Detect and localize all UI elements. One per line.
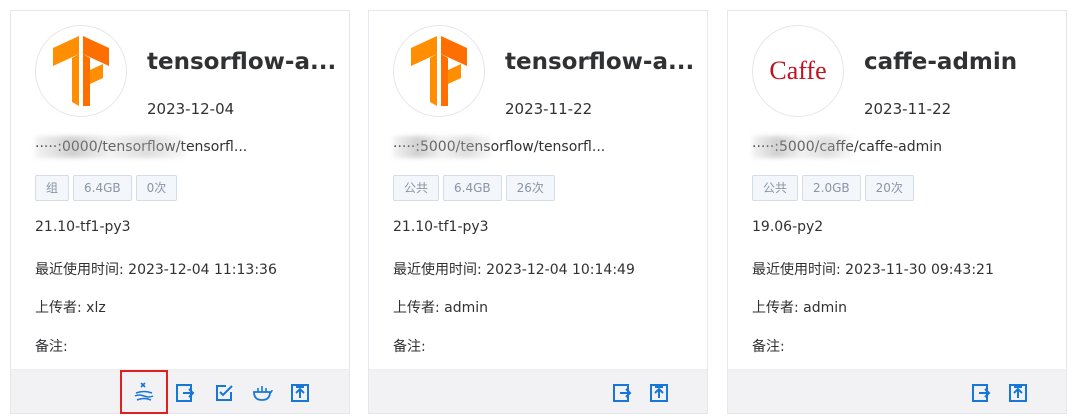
image-version: 21.10-tf1-py3 (35, 219, 131, 235)
edit-button[interactable] (611, 382, 633, 404)
caffe-logo: Caffe (752, 25, 844, 117)
last-used-row: 最近使用时间: 2023-12-04 11:13:36 (35, 259, 277, 279)
uploader-row: 上传者: admin (393, 297, 488, 317)
delete-image-button[interactable] (120, 370, 168, 414)
last-used-row: 最近使用时间: 2023-12-04 10:14:49 (393, 259, 635, 279)
uploader-value: xlz (86, 300, 106, 316)
redaction-blur (35, 136, 185, 158)
usage-count-tag: 0次 (135, 175, 178, 201)
tensorflow-logo (35, 25, 127, 117)
export-button[interactable] (1007, 382, 1029, 404)
uploader-label: 上传者: (35, 300, 82, 316)
remark-label: 备注: (752, 339, 785, 355)
export-icon (1009, 384, 1027, 402)
image-name: caffe-admin (864, 49, 1018, 75)
tag-group: 公共 2.0GB 20次 (752, 175, 918, 201)
edit-icon (176, 384, 195, 402)
edit-button[interactable] (970, 382, 992, 404)
card-actions (728, 369, 1066, 413)
image-version: 21.10-tf1-py3 (393, 219, 489, 235)
card-actions (11, 369, 349, 414)
caffe-logo-text: Caffe (769, 56, 827, 85)
tensorflow-logo (393, 25, 485, 117)
last-used-label: 最近使用时间: (752, 262, 841, 278)
last-used-value: 2023-12-04 11:13:36 (128, 262, 277, 278)
uploader-row: 上传者: xlz (35, 297, 106, 317)
tag-group: 公共 6.4GB 26次 (393, 175, 559, 201)
image-name: tensorflow-a... (147, 49, 337, 75)
size-tag: 6.4GB (443, 175, 502, 201)
image-date: 2023-11-22 (864, 100, 952, 118)
redaction-blur (752, 136, 852, 158)
tag-group: 组 6.4GB 0次 (35, 175, 181, 201)
remark-label: 备注: (35, 339, 68, 355)
export-button[interactable] (648, 382, 670, 404)
uploader-label: 上传者: (393, 300, 440, 316)
image-name: tensorflow-a... (505, 49, 695, 75)
export-button[interactable] (289, 382, 311, 404)
edit-icon (972, 384, 991, 402)
image-version: 19.06-py2 (752, 219, 824, 235)
size-tag: 2.0GB (802, 175, 861, 201)
edit-icon (613, 384, 632, 402)
last-used-value: 2023-11-30 09:43:21 (845, 262, 994, 278)
usage-count-tag: 26次 (505, 175, 555, 201)
image-date: 2023-11-22 (505, 100, 593, 118)
docker-button[interactable] (251, 382, 273, 404)
uploader-label: 上传者: (752, 300, 799, 316)
checkbox-edit-button[interactable] (213, 382, 235, 404)
usage-count-tag: 20次 (864, 175, 914, 201)
export-icon (291, 384, 309, 402)
delete-image-icon (134, 382, 154, 401)
last-used-row: 最近使用时间: 2023-11-30 09:43:21 (752, 259, 994, 279)
export-icon (650, 384, 668, 402)
last-used-value: 2023-12-04 10:14:49 (486, 262, 635, 278)
size-tag: 6.4GB (73, 175, 132, 201)
docker-icon (253, 386, 273, 401)
image-card[interactable]: tensorflow-a... 2023-11-22 ·····:5000/te… (368, 10, 708, 414)
uploader-value: admin (803, 300, 848, 316)
last-used-label: 最近使用时间: (35, 262, 124, 278)
visibility-tag: 公共 (393, 175, 440, 201)
visibility-tag: 组 (35, 175, 70, 201)
uploader-row: 上传者: admin (752, 297, 847, 317)
uploader-value: admin (444, 300, 489, 316)
image-card[interactable]: Caffe caffe-admin 2023-11-22 ·····:5000/… (727, 10, 1067, 414)
edit-button[interactable] (174, 382, 196, 404)
image-date: 2023-12-04 (147, 100, 235, 118)
last-used-label: 最近使用时间: (393, 262, 482, 278)
visibility-tag: 公共 (752, 175, 799, 201)
checkbox-edit-icon (216, 385, 233, 401)
redaction-blur (393, 136, 491, 158)
card-actions (369, 369, 707, 413)
remark-label: 备注: (393, 339, 426, 355)
image-card[interactable]: tensorflow-a... 2023-12-04 ·····:0000/te… (10, 10, 350, 414)
